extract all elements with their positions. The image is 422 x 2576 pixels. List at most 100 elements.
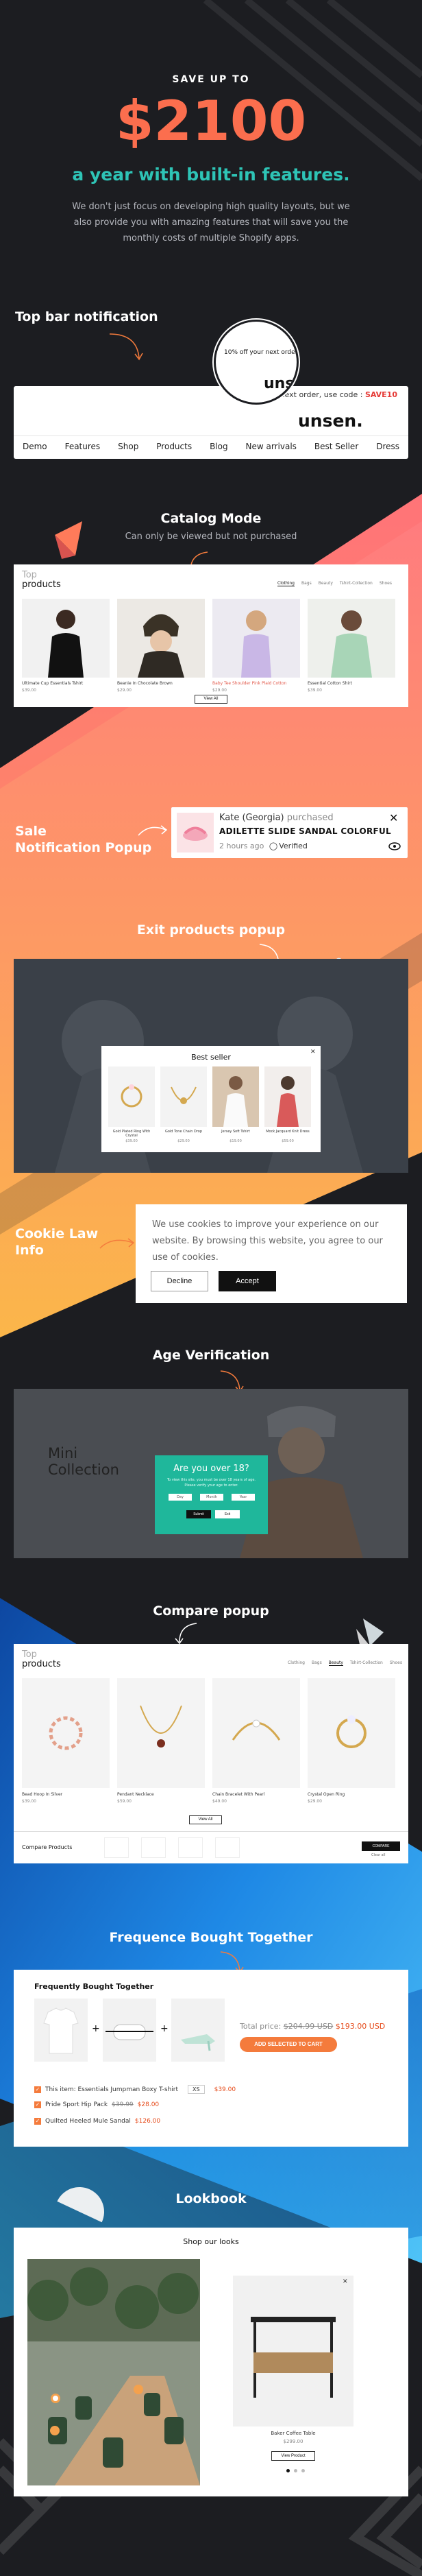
tab-clothing[interactable]: Clothing <box>288 1660 305 1666</box>
topbar-logo[interactable]: unsen. <box>298 411 363 431</box>
product-price: $39.00 <box>125 1139 138 1143</box>
product-name[interactable]: Ultimate Cup Essentials Tshirt <box>22 681 83 686</box>
sale-product-image[interactable] <box>177 813 214 852</box>
product-name[interactable]: Essential Cotton Shirt <box>308 681 352 686</box>
product-image[interactable] <box>212 599 300 678</box>
submit-button[interactable]: Submit <box>186 1510 211 1518</box>
nav-item-shop[interactable]: Shop <box>118 442 138 451</box>
catalog-heading: products <box>22 580 61 590</box>
compare-slot[interactable] <box>178 1837 203 1858</box>
fbt-item-image[interactable] <box>171 1999 225 2062</box>
checkbox-checked-icon[interactable]: ✓ <box>34 2101 41 2108</box>
nav-item-blog[interactable]: Blog <box>210 442 228 451</box>
lookbook-scene-image[interactable] <box>27 2259 200 2485</box>
compare-slot[interactable] <box>215 1837 240 1858</box>
month-field[interactable]: Month <box>200 1494 223 1501</box>
sale-product-name[interactable]: ADILETTE SLIDE SANDAL COLORFUL <box>219 826 391 836</box>
nav-item-demo[interactable]: Demo <box>23 442 47 451</box>
tab-bags[interactable]: Bags <box>312 1660 322 1666</box>
close-icon[interactable]: ✕ <box>310 1049 316 1056</box>
view-all-button[interactable]: View All <box>189 1815 222 1824</box>
curved-arrow-icon <box>109 333 143 361</box>
day-field[interactable]: Day <box>169 1494 192 1501</box>
product-price: $29.00 <box>308 1799 322 1804</box>
clear-all-link[interactable]: Clear all <box>371 1853 386 1857</box>
necklace-icon <box>140 1705 182 1748</box>
nav-item-new-arrivals[interactable]: New arrivals <box>246 442 297 451</box>
tab-shoes[interactable]: Shoes <box>390 1660 402 1666</box>
product-image[interactable] <box>212 1066 259 1127</box>
tab-tshirt-collection[interactable]: Tshirt-Collection <box>350 1660 383 1666</box>
lookbook-product-name[interactable]: Baker Coffee Table <box>233 2431 353 2436</box>
checkbox-checked-icon[interactable]: ✓ <box>34 2086 41 2093</box>
exit-section-title: Exit products popup <box>136 922 286 938</box>
product-image[interactable] <box>160 1066 207 1127</box>
nav-item-dress[interactable]: Dress <box>376 442 399 451</box>
product-price: $39.00 <box>22 1799 36 1804</box>
fbt-item-image[interactable] <box>103 1999 156 2062</box>
hero-amount: $2100 <box>115 89 307 153</box>
close-icon[interactable]: ✕ <box>343 2278 348 2285</box>
carousel-dots <box>286 2469 305 2472</box>
carousel-dot[interactable] <box>301 2469 305 2472</box>
cookie-popup: We use cookies to improve your experienc… <box>136 1204 407 1303</box>
product-image[interactable] <box>108 1066 155 1127</box>
tab-tshirt-collection[interactable]: Tshirt-Collection <box>340 581 373 586</box>
decline-button[interactable]: Decline <box>151 1271 208 1291</box>
fbt-item-image[interactable] <box>34 1999 88 2062</box>
nav-item-best-seller[interactable]: Best Seller <box>314 442 358 451</box>
product-name[interactable]: Crystal Open Ring <box>308 1792 345 1797</box>
product-image[interactable] <box>22 599 110 678</box>
fbt-card-title: Frequently Bought Together <box>34 1982 154 1991</box>
product-name[interactable]: Gold Plated Ring With Crystal <box>108 1130 155 1138</box>
product-name[interactable]: Chain Bracelet With Pearl <box>212 1792 264 1797</box>
carousel-dot[interactable] <box>294 2469 297 2472</box>
product-image[interactable] <box>212 1678 300 1788</box>
sale-verified: Verified <box>279 842 308 850</box>
year-field[interactable]: Year <box>232 1494 255 1501</box>
view-all-button[interactable]: View All <box>195 695 227 704</box>
coffee-table-icon <box>251 2317 336 2398</box>
product-name[interactable]: Jersey Soft Tshirt <box>212 1130 259 1134</box>
product-name[interactable]: Bead Hoop In Silver <box>22 1792 62 1797</box>
necklace-icon <box>171 1086 197 1104</box>
model-figure-icon <box>331 610 372 678</box>
product-image[interactable] <box>117 1678 205 1788</box>
close-icon[interactable]: ✕ <box>389 811 398 824</box>
product-name[interactable]: Beanie In Chocolate Brown <box>117 681 173 686</box>
product-price: $39.00 <box>308 688 322 693</box>
compare-bar-title: Compare Products <box>22 1844 73 1850</box>
tab-shoes[interactable]: Shoes <box>380 581 392 586</box>
fbt-item-variant-select[interactable]: XS <box>188 2085 205 2094</box>
product-name[interactable]: Mock Jacquard Knit Dress <box>264 1130 311 1134</box>
nav-item-products[interactable]: Products <box>156 442 192 451</box>
tab-bags[interactable]: Bags <box>301 581 312 586</box>
hotspot-marker[interactable] <box>51 2394 60 2403</box>
product-image[interactable] <box>117 599 205 678</box>
checkbox-checked-icon[interactable]: ✓ <box>34 2118 41 2125</box>
product-name[interactable]: Gold Tone Chain Drop <box>160 1130 207 1134</box>
fbt-item-name: This item: Essentials Jumpman Boxy T-shi… <box>45 2086 179 2093</box>
tab-clothing[interactable]: Clothing <box>277 581 295 586</box>
compare-slot[interactable] <box>141 1837 166 1858</box>
compare-slot[interactable] <box>104 1837 129 1858</box>
add-selected-to-cart-button[interactable]: ADD SELECTED TO CART <box>240 2037 337 2052</box>
nav-item-features[interactable]: Features <box>65 442 101 451</box>
carousel-dot[interactable] <box>286 2469 290 2472</box>
fbt-item-old-price: $39.99 <box>112 2101 134 2108</box>
fbt-item-price: $126.00 <box>134 2118 161 2125</box>
view-product-button[interactable]: View Product <box>271 2451 315 2461</box>
product-image[interactable] <box>308 1678 395 1788</box>
accept-button[interactable]: Accept <box>219 1271 276 1291</box>
exit-button[interactable]: Exit <box>215 1510 240 1518</box>
product-name[interactable]: Pendant Necklace <box>117 1792 154 1797</box>
product-image[interactable] <box>264 1066 311 1127</box>
eye-icon[interactable] <box>388 842 401 851</box>
product-image[interactable] <box>308 599 395 678</box>
compare-button[interactable]: COMPARE <box>362 1841 400 1851</box>
tab-beauty[interactable]: Beauty <box>319 581 333 586</box>
tab-beauty[interactable]: Beauty <box>328 1660 343 1666</box>
product-image[interactable] <box>22 1678 110 1788</box>
product-name[interactable]: Baby Tee Shoulder Pink Plaid Cotton <box>212 681 286 686</box>
lookbook-product-image[interactable]: ✕ <box>233 2276 353 2426</box>
